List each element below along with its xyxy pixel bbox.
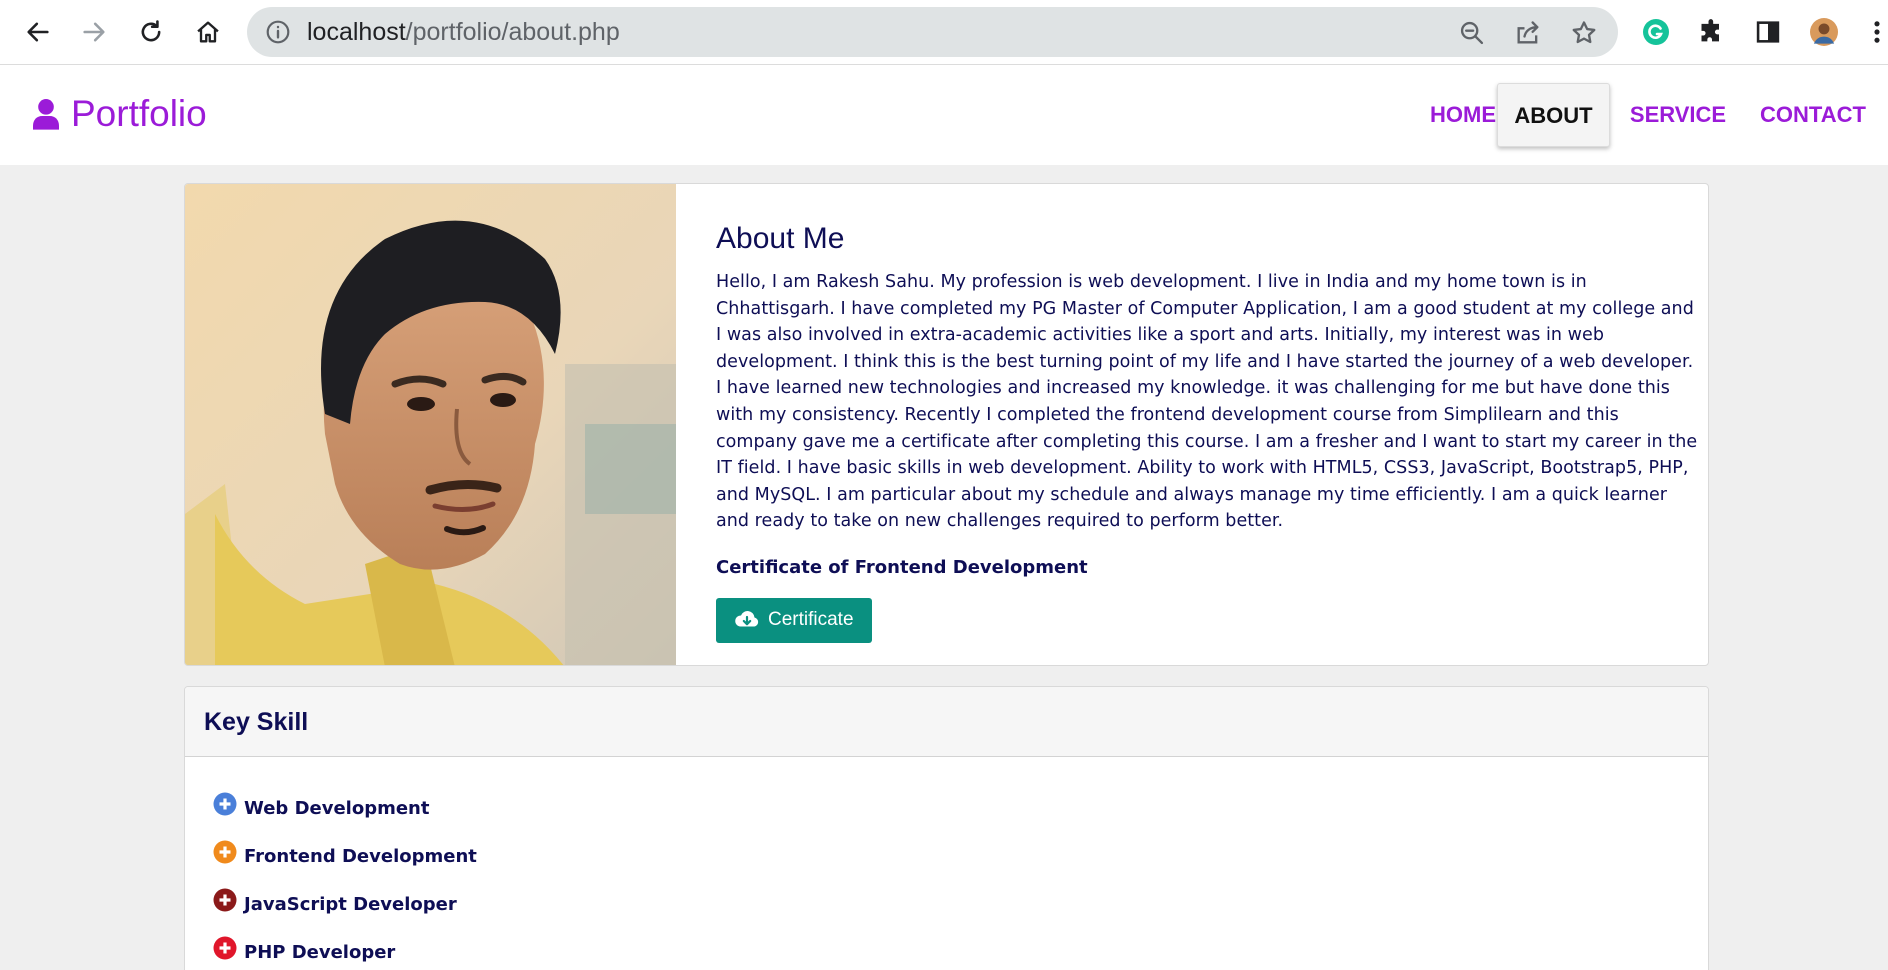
plus-circle-icon <box>213 792 237 816</box>
zoom-out-icon[interactable] <box>1458 19 1486 47</box>
skill-item: JavaScript Developer <box>213 880 1708 928</box>
skill-item: PHP Developer <box>213 928 1708 970</box>
profile-photo <box>185 184 676 665</box>
skill-item: Frontend Development <box>213 832 1708 880</box>
about-card: About Me Hello, I am Rakesh Sahu. My pro… <box>184 183 1709 666</box>
arrow-right-icon <box>83 22 105 42</box>
plus-circle-icon <box>213 888 237 912</box>
skill-label: JavaScript Developer <box>244 893 457 915</box>
key-skill-card: Key Skill Web Development Frontend Devel… <box>184 686 1709 970</box>
grammarly-extension-button[interactable] <box>1638 14 1674 50</box>
menu-button[interactable] <box>1866 14 1888 50</box>
forward-button[interactable] <box>76 14 112 50</box>
nav-service[interactable]: SERVICE <box>1620 83 1736 147</box>
nav-about[interactable]: ABOUT <box>1497 83 1610 147</box>
skill-label: Frontend Development <box>244 845 477 867</box>
url-path: /portfolio/about.php <box>405 18 620 46</box>
profile-avatar[interactable] <box>1806 14 1842 50</box>
avatar-icon <box>1810 18 1838 46</box>
info-icon[interactable] <box>265 19 291 45</box>
certificate-heading: Certificate of Frontend Development <box>716 556 1088 578</box>
browser-toolbar: localhost/portfolio/about.php <box>0 0 1888 65</box>
site-navbar: Portfolio HOME ABOUT SERVICE CONTACT <box>0 65 1888 165</box>
home-icon <box>197 21 219 43</box>
side-panel-button[interactable] <box>1750 14 1786 50</box>
reload-icon <box>141 20 161 42</box>
brand-logo[interactable]: Portfolio <box>33 93 207 135</box>
skill-list: Web Development Frontend Development Jav… <box>185 757 1708 970</box>
nav-contact[interactable]: CONTACT <box>1752 83 1874 147</box>
address-bar[interactable]: localhost/portfolio/about.php <box>247 7 1618 57</box>
more-vert-icon <box>1874 21 1880 43</box>
user-icon <box>33 99 59 130</box>
reload-button[interactable] <box>133 14 169 50</box>
certificate-button[interactable]: Certificate <box>716 597 872 643</box>
url-text[interactable]: localhost/portfolio/about.php <box>307 7 620 57</box>
key-skill-title: Key Skill <box>185 687 1708 757</box>
about-content: About Me Hello, I am Rakesh Sahu. My pro… <box>716 222 1701 643</box>
plus-circle-icon <box>213 936 237 960</box>
share-icon[interactable] <box>1514 19 1542 47</box>
skill-item: Web Development <box>213 784 1708 832</box>
home-button[interactable] <box>190 14 226 50</box>
about-title: About Me <box>716 222 845 255</box>
portrait-image <box>185 184 676 665</box>
grammarly-icon <box>1643 19 1669 45</box>
side-panel-icon <box>1756 21 1780 43</box>
star-icon[interactable] <box>1570 19 1598 47</box>
url-host: localhost <box>307 18 406 46</box>
brand-name: Portfolio <box>71 93 207 134</box>
puzzle-icon <box>1701 19 1719 42</box>
certificate-button-label: Certificate <box>768 609 854 631</box>
skill-label: Web Development <box>244 797 430 819</box>
cloud-download-icon <box>735 611 759 627</box>
back-button[interactable] <box>20 14 56 50</box>
extensions-button[interactable] <box>1694 14 1730 50</box>
arrow-left-icon <box>27 22 49 42</box>
about-paragraph: Hello, I am Rakesh Sahu. My profession i… <box>716 272 1698 532</box>
skill-label: PHP Developer <box>244 941 396 963</box>
plus-circle-icon <box>213 840 237 864</box>
